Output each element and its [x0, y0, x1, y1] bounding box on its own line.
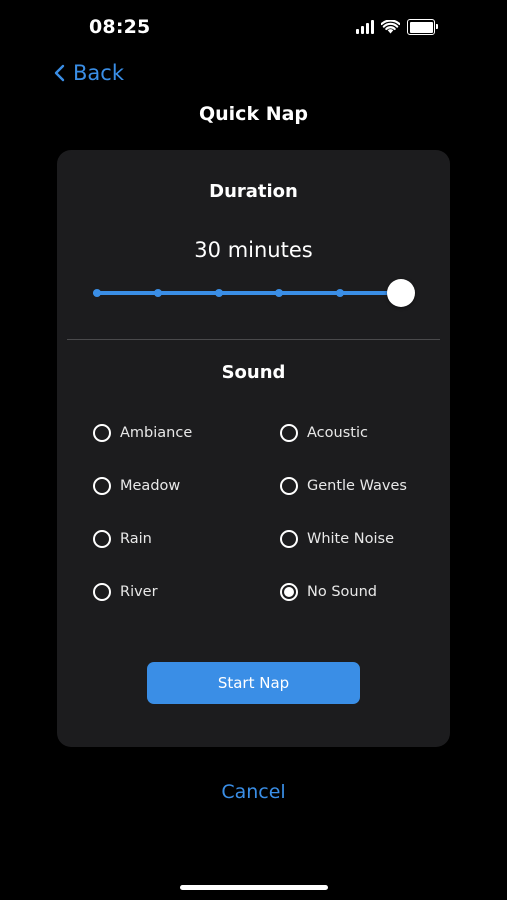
- status-time: 08:25: [89, 16, 151, 38]
- sound-option-river[interactable]: River: [93, 580, 280, 604]
- option-label: Gentle Waves: [307, 478, 407, 494]
- status-icons: [356, 19, 438, 35]
- radio-button[interactable]: [93, 530, 111, 548]
- duration-title: Duration: [209, 181, 298, 202]
- option-label: River: [120, 584, 158, 600]
- radio-button[interactable]: [280, 583, 298, 601]
- radio-button[interactable]: [93, 477, 111, 495]
- radio-button[interactable]: [280, 424, 298, 442]
- wifi-icon: [381, 20, 400, 34]
- slider-tick: [153, 289, 162, 297]
- radio-button[interactable]: [280, 477, 298, 495]
- nap-settings-card: Duration 30 minutes Sound Ambiance Acous…: [57, 150, 450, 747]
- sound-options: Ambiance Acoustic Meadow Gentle Waves Ra…: [93, 421, 423, 604]
- battery-icon: [407, 19, 438, 35]
- option-label: No Sound: [307, 584, 377, 600]
- slider-tick: [93, 289, 101, 297]
- back-label: Back: [73, 61, 124, 85]
- sound-title: Sound: [221, 362, 286, 383]
- option-label: Meadow: [120, 478, 181, 494]
- sound-option-meadow[interactable]: Meadow: [93, 474, 280, 498]
- sound-option-ambiance[interactable]: Ambiance: [93, 421, 280, 445]
- slider-tick: [336, 289, 345, 297]
- option-label: White Noise: [307, 531, 394, 547]
- cellular-signal-icon: [356, 20, 374, 34]
- divider: [67, 339, 440, 340]
- start-nap-button[interactable]: Start Nap: [147, 662, 360, 704]
- chevron-left-icon: [54, 64, 65, 82]
- radio-button[interactable]: [93, 583, 111, 601]
- cancel-button[interactable]: Cancel: [0, 781, 507, 803]
- slider-thumb[interactable]: [387, 279, 415, 307]
- sound-option-white-noise[interactable]: White Noise: [280, 527, 423, 551]
- slider-tick: [214, 289, 223, 297]
- radio-button[interactable]: [93, 424, 111, 442]
- slider-tick: [275, 289, 284, 297]
- option-label: Rain: [120, 531, 152, 547]
- home-indicator: [180, 885, 328, 890]
- slider-track: [93, 291, 401, 295]
- sound-option-acoustic[interactable]: Acoustic: [280, 421, 423, 445]
- page-title: Quick Nap: [198, 103, 309, 125]
- option-label: Acoustic: [307, 425, 368, 441]
- duration-slider[interactable]: [93, 277, 415, 309]
- sound-option-no-sound[interactable]: No Sound: [280, 580, 423, 604]
- option-label: Ambiance: [120, 425, 193, 441]
- back-button[interactable]: Back: [54, 61, 124, 85]
- sound-option-rain[interactable]: Rain: [93, 527, 280, 551]
- radio-button[interactable]: [280, 530, 298, 548]
- duration-value: 30 minutes: [194, 238, 313, 262]
- sound-option-gentle-waves[interactable]: Gentle Waves: [280, 474, 423, 498]
